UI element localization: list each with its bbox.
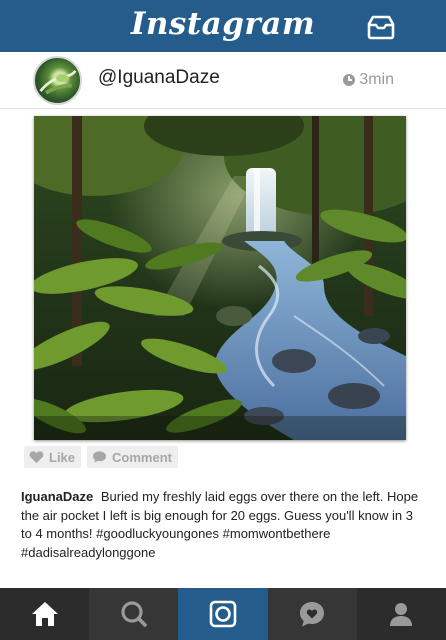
post-time-text: 3min	[359, 71, 394, 88]
post-photo[interactable]	[34, 116, 406, 440]
activity-heart-icon	[300, 602, 325, 627]
avatar[interactable]	[33, 56, 82, 105]
heart-icon	[29, 451, 44, 464]
nav-camera[interactable]	[178, 588, 268, 640]
home-icon	[31, 602, 58, 626]
nav-search[interactable]	[89, 588, 179, 640]
post-actions: Like Comment	[24, 446, 178, 468]
camera-icon	[209, 600, 237, 628]
comment-button[interactable]: Comment	[87, 446, 178, 468]
like-button[interactable]: Like	[24, 446, 82, 468]
comment-bubble-icon	[92, 451, 107, 463]
post-caption: IguanaDaze Buried my freshly laid eggs o…	[21, 488, 421, 562]
top-bar: Instagram	[0, 0, 446, 52]
bottom-nav	[0, 588, 446, 640]
nav-profile[interactable]	[357, 588, 446, 640]
nav-activity[interactable]	[267, 588, 357, 640]
inbox-tray-icon[interactable]	[366, 14, 396, 40]
comment-label: Comment	[112, 449, 172, 465]
profile-icon	[390, 603, 413, 626]
caption-author[interactable]: IguanaDaze	[21, 489, 93, 504]
post-header: @IguanaDaze 3min	[0, 52, 446, 109]
clock-icon	[343, 74, 356, 86]
post-username[interactable]: @IguanaDaze	[98, 67, 220, 89]
post-timestamp: 3min	[343, 71, 394, 89]
like-label: Like	[49, 449, 76, 465]
search-icon	[121, 601, 147, 627]
nav-home[interactable]	[0, 588, 89, 640]
